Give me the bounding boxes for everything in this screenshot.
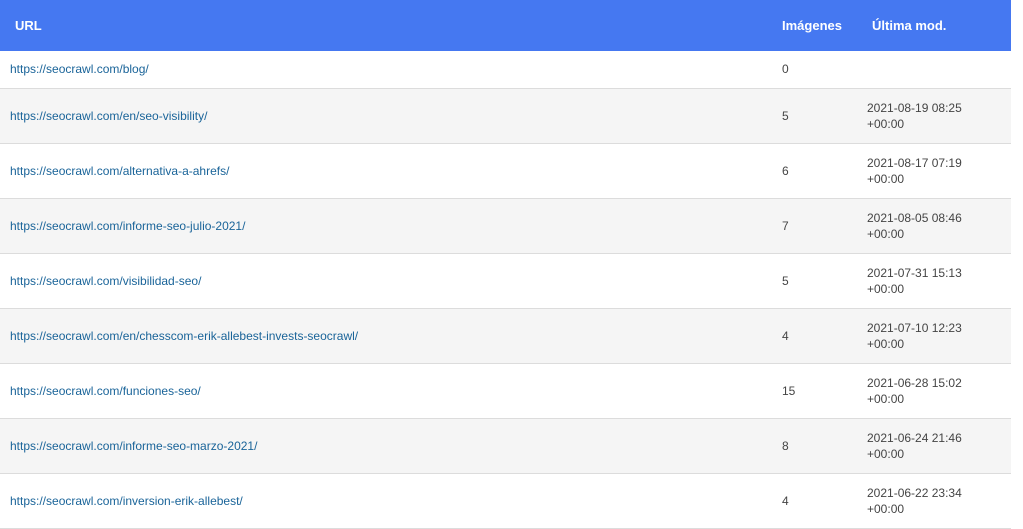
url-cell: https://seocrawl.com/informe-seo-marzo-2… <box>0 418 772 473</box>
last-modified-date: 2021-06-24 21:46 <box>867 430 962 445</box>
url-link[interactable]: https://seocrawl.com/informe-seo-marzo-2… <box>10 439 257 453</box>
last-modified-timezone: +00:00 <box>867 501 905 516</box>
url-cell: https://seocrawl.com/informe-seo-julio-2… <box>0 198 772 253</box>
last-modified-cell: 2021-06-28 15:02 +00:00 <box>864 363 1011 418</box>
last-modified-cell <box>864 51 1011 88</box>
images-count: 7 <box>782 218 789 233</box>
last-modified-timezone: +00:00 <box>867 391 905 406</box>
url-link[interactable]: https://seocrawl.com/inversion-erik-alle… <box>10 494 243 508</box>
images-count: 8 <box>782 438 789 453</box>
images-count: 5 <box>782 273 789 288</box>
table-row: https://seocrawl.com/funciones-seo/ 15 2… <box>0 363 1011 418</box>
images-count: 4 <box>782 493 789 508</box>
last-modified-cell: 2021-08-19 08:25 +00:00 <box>864 88 1011 143</box>
header-last-modified[interactable]: Última mod. <box>864 0 1011 51</box>
last-modified-cell: 2021-06-24 21:46 +00:00 <box>864 418 1011 473</box>
last-modified-cell: 2021-07-31 15:13 +00:00 <box>864 253 1011 308</box>
url-link[interactable]: https://seocrawl.com/funciones-seo/ <box>10 384 201 398</box>
url-cell: https://seocrawl.com/funciones-seo/ <box>0 363 772 418</box>
url-link[interactable]: https://seocrawl.com/en/chesscom-erik-al… <box>10 329 358 343</box>
last-modified-date: 2021-07-31 15:13 <box>867 265 962 280</box>
images-count: 0 <box>782 62 789 77</box>
table-row: https://seocrawl.com/inversion-erik-alle… <box>0 473 1011 528</box>
last-modified-cell: 2021-07-10 12:23 +00:00 <box>864 308 1011 363</box>
table-row: https://seocrawl.com/blog/ 0 <box>0 51 1011 88</box>
last-modified-date: 2021-06-28 15:02 <box>867 375 962 390</box>
url-link[interactable]: https://seocrawl.com/en/seo-visibility/ <box>10 109 207 123</box>
header-url[interactable]: URL <box>0 0 772 51</box>
table-row: https://seocrawl.com/alternativa-a-ahref… <box>0 143 1011 198</box>
last-modified-cell: 2021-06-22 23:34 +00:00 <box>864 473 1011 528</box>
sitemap-table: URL Imágenes Última mod. https://seocraw… <box>0 0 1011 529</box>
images-count: 4 <box>782 328 789 343</box>
images-count: 5 <box>782 108 789 123</box>
last-modified-date: 2021-08-17 07:19 <box>867 155 962 170</box>
table-row: https://seocrawl.com/visibilidad-seo/ 5 … <box>0 253 1011 308</box>
images-count: 15 <box>782 383 796 398</box>
url-cell: https://seocrawl.com/visibilidad-seo/ <box>0 253 772 308</box>
last-modified-timezone: +00:00 <box>867 446 905 461</box>
last-modified-date: 2021-08-19 08:25 <box>867 100 962 115</box>
last-modified-timezone: +00:00 <box>867 116 905 131</box>
url-link[interactable]: https://seocrawl.com/visibilidad-seo/ <box>10 274 201 288</box>
url-cell: https://seocrawl.com/alternativa-a-ahref… <box>0 143 772 198</box>
table-row: https://seocrawl.com/informe-seo-julio-2… <box>0 198 1011 253</box>
table-header-row: URL Imágenes Última mod. <box>0 0 1011 51</box>
url-cell: https://seocrawl.com/inversion-erik-alle… <box>0 473 772 528</box>
url-cell: https://seocrawl.com/en/seo-visibility/ <box>0 88 772 143</box>
url-link[interactable]: https://seocrawl.com/alternativa-a-ahref… <box>10 164 229 178</box>
images-count: 6 <box>782 163 789 178</box>
last-modified-timezone: +00:00 <box>867 281 905 296</box>
last-modified-timezone: +00:00 <box>867 226 905 241</box>
last-modified-date: 2021-07-10 12:23 <box>867 320 962 335</box>
url-link[interactable]: https://seocrawl.com/blog/ <box>10 62 149 76</box>
table-row: https://seocrawl.com/en/chesscom-erik-al… <box>0 308 1011 363</box>
last-modified-timezone: +00:00 <box>867 336 905 351</box>
url-cell: https://seocrawl.com/en/chesscom-erik-al… <box>0 308 772 363</box>
last-modified-date: 2021-08-05 08:46 <box>867 210 962 225</box>
header-images[interactable]: Imágenes <box>772 0 864 51</box>
last-modified-cell: 2021-08-05 08:46 +00:00 <box>864 198 1011 253</box>
table-body: https://seocrawl.com/blog/ 0 https://seo… <box>0 51 1011 528</box>
url-link[interactable]: https://seocrawl.com/informe-seo-julio-2… <box>10 219 245 233</box>
last-modified-cell: 2021-08-17 07:19 +00:00 <box>864 143 1011 198</box>
url-cell: https://seocrawl.com/blog/ <box>0 51 772 88</box>
last-modified-timezone: +00:00 <box>867 171 905 186</box>
table-row: https://seocrawl.com/en/seo-visibility/ … <box>0 88 1011 143</box>
last-modified-date: 2021-06-22 23:34 <box>867 485 962 500</box>
table-row: https://seocrawl.com/informe-seo-marzo-2… <box>0 418 1011 473</box>
